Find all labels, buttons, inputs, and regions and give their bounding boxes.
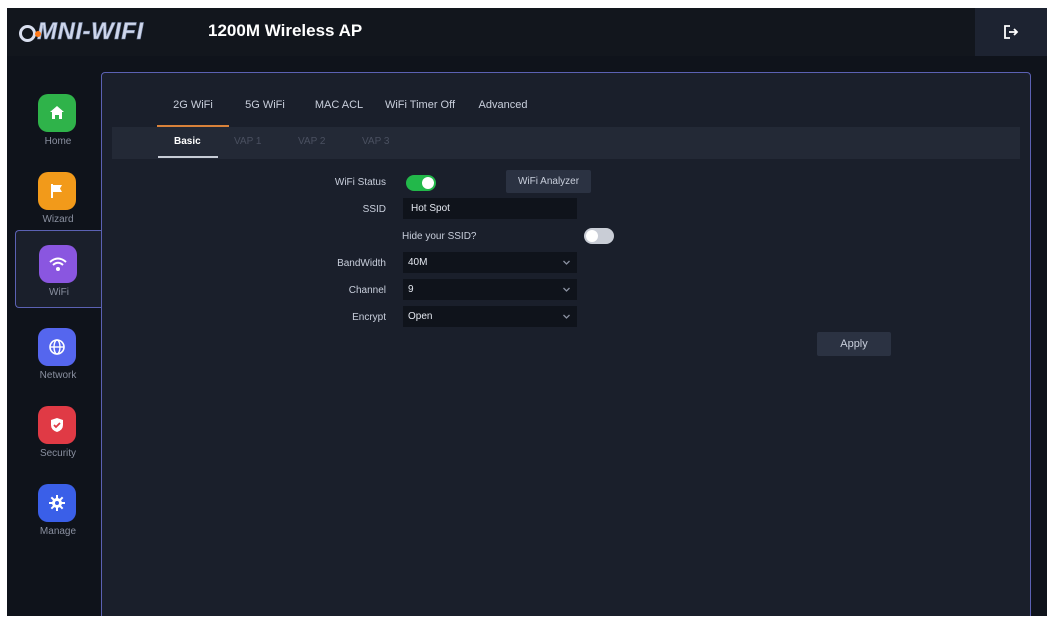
tab-bar: 2G WiFi 5G WiFi MAC ACL WiFi Timer Off A… (157, 93, 534, 127)
bandwidth-select[interactable]: 40M (403, 252, 577, 273)
subtab-vap-3[interactable]: VAP 3 (362, 136, 389, 147)
sidebar-label-home: Home (44, 136, 72, 147)
channel-value: 9 (408, 284, 414, 295)
sidebar-label-manage: Manage (39, 526, 77, 537)
tab-advanced[interactable]: Advanced (472, 93, 534, 127)
brand-logo: MNI-WIFI (19, 17, 144, 47)
shield-icon (38, 406, 76, 444)
chevron-down-icon (563, 314, 570, 319)
bandwidth-value: 40M (408, 257, 428, 268)
wifi-analyzer-button[interactable]: WiFi Analyzer (506, 170, 591, 193)
hide-ssid-toggle[interactable] (584, 228, 614, 244)
encrypt-value: Open (408, 311, 433, 322)
bandwidth-label: BandWidth (337, 258, 386, 269)
chevron-down-icon (563, 287, 570, 292)
ssid-label: SSID (362, 204, 386, 215)
sidebar-item-network[interactable]: Network (15, 314, 101, 392)
tab-2g-wifi[interactable]: 2G WiFi (157, 93, 229, 127)
sidebar-label-security: Security (39, 448, 77, 459)
channel-label: Channel (348, 285, 386, 296)
gear-icon (38, 484, 76, 522)
chevron-down-icon (563, 260, 570, 265)
wifi-icon (39, 245, 77, 283)
flag-icon (38, 172, 76, 210)
page-title: 1200M Wireless AP (208, 21, 363, 40)
subtab-active-indicator (158, 156, 218, 158)
sidebar-label-wizard: Wizard (42, 214, 74, 225)
sidebar: Home Wizard WiFi Network Security Manage (7, 72, 101, 616)
ssid-input[interactable]: Hot Spot (403, 198, 577, 219)
subtab-vap-2[interactable]: VAP 2 (298, 136, 325, 147)
wifi-status-toggle[interactable] (406, 175, 436, 191)
tab-mac-acl[interactable]: MAC ACL (308, 93, 370, 127)
sidebar-item-wizard[interactable]: Wizard (15, 158, 101, 236)
logout-icon (1004, 25, 1019, 39)
tab-5g-wifi[interactable]: 5G WiFi (234, 93, 296, 127)
sidebar-item-manage[interactable]: Manage (15, 470, 101, 548)
app-window: MNI-WIFI 1200M Wireless AP Home Wizard W… (7, 8, 1047, 616)
sidebar-item-wifi[interactable]: WiFi (15, 230, 101, 308)
main-panel: 2G WiFi 5G WiFi MAC ACL WiFi Timer Off A… (101, 72, 1031, 616)
logo-ring-icon (19, 24, 41, 42)
subtab-bar: Basic VAP 1 VAP 2 VAP 3 (112, 127, 1020, 159)
top-header: MNI-WIFI 1200M Wireless AP (7, 8, 1047, 56)
globe-icon (38, 328, 76, 366)
sidebar-label-wifi: WiFi (49, 287, 69, 298)
logo-text: MNI-WIFI (37, 18, 144, 46)
hide-ssid-label: Hide your SSID? (402, 231, 477, 242)
subtab-basic[interactable]: Basic (174, 136, 201, 147)
sidebar-label-network: Network (39, 370, 77, 381)
wifi-status-label: WiFi Status (334, 177, 386, 188)
encrypt-select[interactable]: Open (403, 306, 577, 327)
subtab-vap-1[interactable]: VAP 1 (234, 136, 261, 147)
encrypt-label: Encrypt (352, 312, 386, 323)
tab-wifi-timer-off[interactable]: WiFi Timer Off (380, 93, 460, 127)
home-icon (38, 94, 76, 132)
channel-select[interactable]: 9 (403, 279, 577, 300)
logout-button[interactable] (975, 8, 1047, 56)
sidebar-item-home[interactable]: Home (15, 80, 101, 158)
apply-button[interactable]: Apply (817, 332, 891, 356)
sidebar-item-security[interactable]: Security (15, 392, 101, 470)
